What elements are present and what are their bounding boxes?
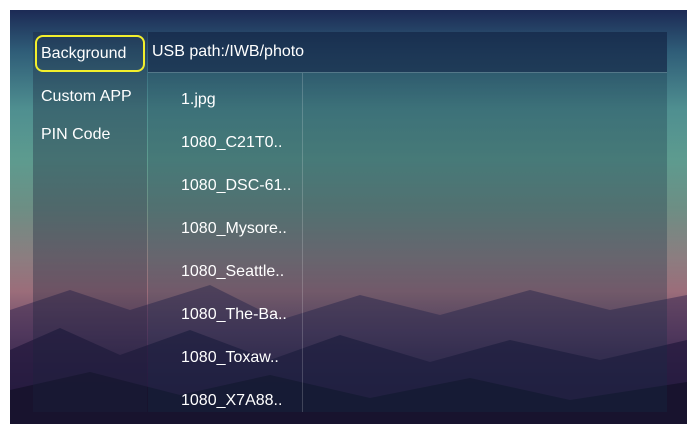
path-bar: USB path:/IWB/photo (148, 32, 667, 72)
file-item[interactable]: 1080_The-Ba.. (181, 305, 287, 325)
settings-panel: Background Custom APP PIN Code USB path:… (33, 32, 667, 412)
content-area: USB path:/IWB/photo 1.jpg 1080_C21T0.. 1… (148, 32, 667, 412)
file-item[interactable]: 1080_Seattle.. (181, 262, 284, 282)
file-item[interactable]: 1080_Toxaw.. (181, 348, 279, 368)
usb-path-label: USB path:/IWB/photo (152, 43, 305, 60)
file-item[interactable]: 1.jpg (181, 90, 216, 110)
file-item[interactable]: 1080_Mysore.. (181, 219, 287, 239)
sidebar-item-custom-app[interactable]: Custom APP (35, 78, 145, 115)
sidebar-item-pin-code[interactable]: PIN Code (35, 116, 145, 153)
sidebar-item-background[interactable]: Background (35, 35, 145, 72)
file-list[interactable]: 1.jpg 1080_C21T0.. 1080_DSC-61.. 1080_My… (148, 72, 303, 412)
file-item[interactable]: 1080_X7A88.. (181, 391, 282, 411)
image-preview-area (303, 72, 667, 412)
file-item[interactable]: 1080_C21T0.. (181, 133, 282, 153)
file-item[interactable]: 1080_DSC-61.. (181, 176, 291, 196)
settings-screen: Background Custom APP PIN Code USB path:… (0, 0, 694, 436)
sidebar: Background Custom APP PIN Code (33, 32, 147, 412)
